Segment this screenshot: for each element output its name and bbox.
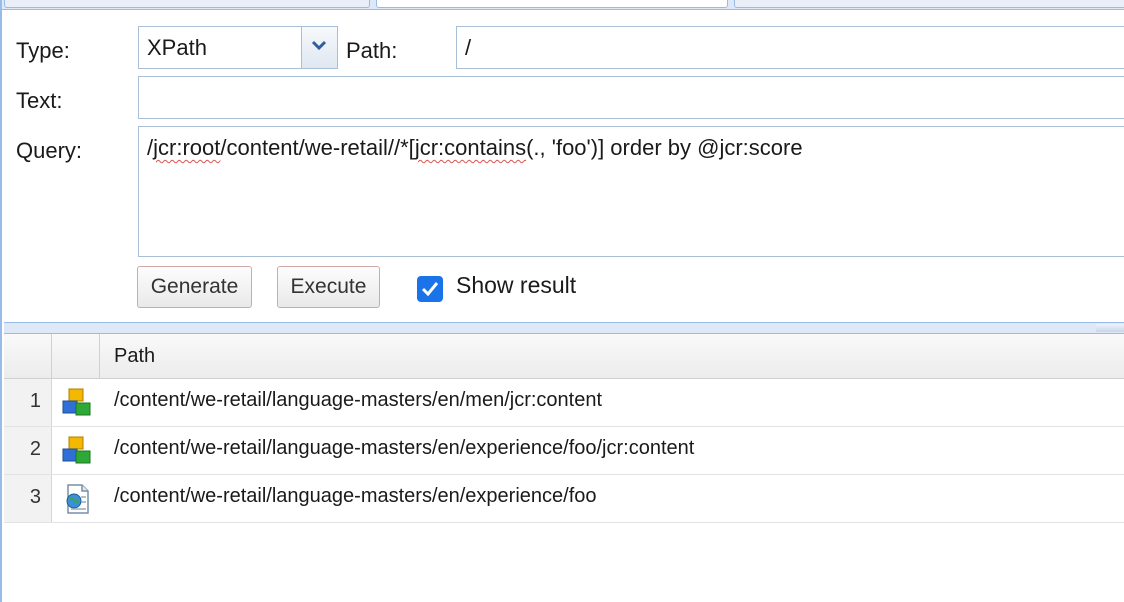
text-input[interactable] (138, 76, 1124, 119)
type-select[interactable]: XPath (138, 26, 338, 69)
type-select-value: XPath (147, 35, 207, 60)
query-text-part: /content/we-retail//*[ (220, 135, 415, 160)
table-row[interactable]: 1 /content/we-retail/language-masters/en… (4, 379, 1124, 427)
checkmark-icon (421, 282, 439, 297)
tab-active[interactable] (376, 0, 728, 8)
row-number: 3 (4, 475, 52, 522)
node-icon (62, 436, 91, 464)
query-form: Type: XPath Path: / Text: Query: /jcr:ro… (4, 10, 1124, 322)
panel-splitter[interactable] (4, 322, 1124, 334)
header-row-number (4, 334, 52, 379)
type-select-trigger[interactable] (301, 27, 337, 68)
header-path-label: Path (114, 345, 156, 367)
results-grid: Path 1 /content/we-retail/language-maste… (4, 334, 1124, 602)
row-path: /content/we-retail/language-masters/en/e… (114, 485, 597, 507)
execute-button[interactable]: Execute (277, 266, 380, 308)
query-text: /jcr:root/content/we-retail//*[jcr:conta… (147, 135, 803, 161)
generate-button[interactable]: Generate (137, 266, 252, 308)
text-label: Text: (16, 88, 63, 113)
show-result-checkbox[interactable] (417, 276, 443, 302)
query-textarea[interactable]: /jcr:root/content/we-retail//*[jcr:conta… (138, 126, 1124, 257)
chevron-down-icon (311, 40, 327, 51)
row-number: 2 (4, 427, 52, 474)
path-input[interactable]: / (456, 26, 1124, 69)
path-input-value: / (465, 35, 472, 60)
path-label: Path: (346, 38, 398, 63)
header-path[interactable]: Path (100, 334, 1124, 379)
tab-strip (2, 0, 1124, 10)
tab[interactable] (734, 0, 1124, 8)
show-result-label[interactable]: Show result (456, 272, 576, 299)
splitter-grip[interactable] (1096, 324, 1124, 332)
query-label: Query: (16, 138, 83, 163)
type-label: Type: (16, 38, 70, 63)
query-text-part: (., 'foo')] order by @jcr:score (526, 135, 803, 160)
query-text-misspelled: jcr:contains (414, 135, 527, 160)
query-text-misspelled: jcr:root (153, 135, 221, 160)
node-icon (62, 388, 91, 416)
query-tool-panel: Type: XPath Path: / Text: Query: /jcr:ro… (0, 0, 1124, 602)
row-number: 1 (4, 379, 52, 426)
header-icon (52, 334, 100, 379)
row-path: /content/we-retail/language-masters/en/e… (114, 437, 695, 459)
table-row[interactable]: 3 /content/we-retail/language-masters/en… (4, 475, 1124, 523)
tab[interactable] (4, 0, 370, 8)
row-path: /content/we-retail/language-masters/en/m… (114, 389, 603, 411)
page-icon (66, 484, 89, 514)
grid-header: Path (4, 334, 1124, 379)
table-row[interactable]: 2 /content/we-retail/language-masters/en… (4, 427, 1124, 475)
